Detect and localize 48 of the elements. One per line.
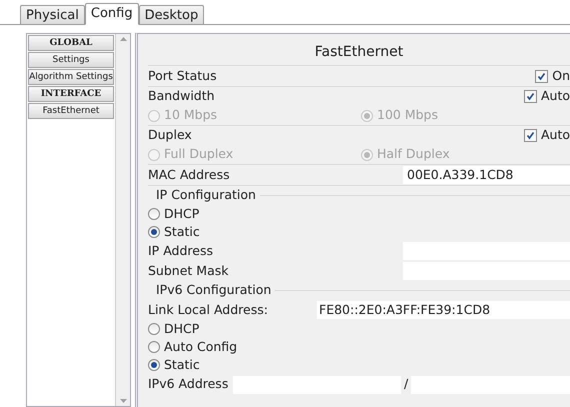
checkbox[interactable] <box>524 129 537 142</box>
field-label: IP Address <box>148 242 214 260</box>
field-label: Subnet Mask <box>148 262 230 280</box>
scrollbar[interactable] <box>115 34 130 406</box>
checkbox-label: Auto <box>540 87 570 106</box>
prefix-separator: / <box>403 375 410 394</box>
radio-label: Static <box>164 222 200 241</box>
field-label: Link Local Address: <box>148 300 269 319</box>
sidebar-item[interactable]: Settings <box>28 52 114 68</box>
radio-button[interactable] <box>148 208 160 220</box>
tab[interactable]: Physical <box>20 5 85 25</box>
sidebar-item[interactable]: FastEthernet <box>28 103 114 119</box>
radio-label: 100 Mbps <box>377 106 438 124</box>
group-legend: IPv6 Configuration <box>156 281 272 300</box>
field-label: MAC Address <box>148 166 231 184</box>
panel-title: FastEthernet <box>314 43 404 62</box>
radio-label: Static <box>164 356 200 374</box>
mac-address-field[interactable]: 00E0.A339.1CD8 <box>403 166 570 184</box>
radio-label: Full Duplex <box>164 145 234 164</box>
checkmark-icon <box>526 92 535 101</box>
scroll-down-icon[interactable] <box>120 399 126 403</box>
field-label: Duplex <box>148 126 192 144</box>
radio-button[interactable] <box>148 323 160 335</box>
scroll-up-icon[interactable] <box>120 37 126 41</box>
tab[interactable]: Config <box>84 3 139 25</box>
checkbox-label: Auto <box>540 126 570 144</box>
checkmark-icon <box>526 131 535 140</box>
checkbox[interactable] <box>524 90 537 103</box>
radio-button[interactable] <box>148 359 160 371</box>
field-label: Port Status <box>148 66 217 85</box>
checkmark-icon <box>537 72 546 80</box>
section-header[interactable]: INTERFACE <box>28 86 114 102</box>
checkbox[interactable] <box>535 70 548 82</box>
radio-label: DHCP <box>164 320 200 338</box>
radio-label: Half Duplex <box>377 145 450 164</box>
sidebar-item[interactable]: Algorithm Settings <box>28 69 114 85</box>
section-header[interactable]: GLOBAL <box>28 35 114 51</box>
radio-label: DHCP <box>164 204 200 223</box>
radio-label: 10 Mbps <box>164 106 218 124</box>
checkbox-label: On <box>552 66 570 85</box>
field-label: Bandwidth <box>148 87 215 106</box>
radio-label: Auto Config <box>164 338 238 356</box>
group-legend: IP Configuration <box>156 186 256 205</box>
field-label: IPv6 Address <box>148 375 230 394</box>
radio-button[interactable] <box>148 226 160 238</box>
tab[interactable]: Desktop <box>138 5 204 25</box>
link-local-field[interactable]: FE80::2E0:A3FF:FE39:1CD8 <box>317 301 570 319</box>
radio-button[interactable] <box>148 341 160 353</box>
